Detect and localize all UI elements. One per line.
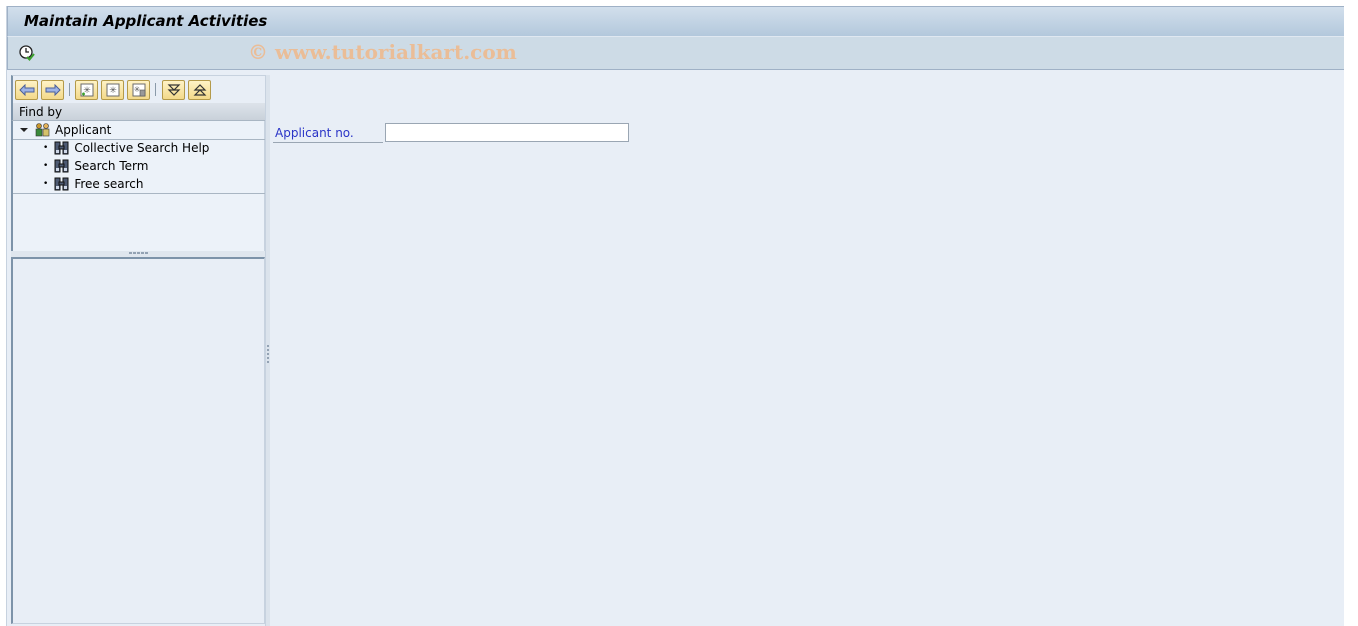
edit-search-button[interactable]: ✳ [101, 80, 124, 100]
tree-node-applicant[interactable]: Applicant [19, 121, 111, 139]
bullet-icon: • [43, 161, 49, 171]
tree-node-free-search[interactable]: • Free search [43, 175, 143, 193]
binoculars-icon [54, 159, 69, 173]
title-bar: Maintain Applicant Activities [7, 6, 1345, 37]
collapse-button[interactable] [188, 80, 211, 100]
row-divider [13, 193, 265, 194]
delete-search-button[interactable]: ✳ [127, 80, 150, 100]
tree-node-label: Free search [74, 177, 144, 191]
execute-button[interactable] [18, 44, 36, 62]
tree-node-label: Collective Search Help [74, 141, 210, 155]
new-search-icon: ✳ [80, 83, 93, 97]
label-underline [273, 142, 383, 143]
delete-search-icon: ✳ [132, 83, 145, 97]
execute-clock-icon [19, 45, 35, 61]
edit-search-icon: ✳ [106, 83, 119, 97]
arrow-right-icon [45, 84, 61, 96]
bullet-icon: • [43, 143, 49, 153]
splitter-grip[interactable] [129, 252, 149, 254]
arrow-left-icon [18, 84, 34, 96]
applicant-no-row: Applicant no. [273, 123, 629, 143]
binoculars-icon [54, 141, 69, 155]
svg-text:✳: ✳ [133, 85, 140, 94]
application-toolbar: © www.tutorialkart.com [7, 37, 1345, 70]
watermark: © www.tutorialkart.com [248, 40, 517, 64]
sap-window: Maintain Applicant Activities © www.tuto… [6, 6, 1345, 626]
back-button[interactable] [15, 80, 38, 100]
applicant-no-input[interactable] [385, 123, 629, 142]
bullet-icon: • [43, 179, 49, 189]
search-tree: Applicant • Collective Search Help • Sea… [11, 121, 265, 251]
page-title: Maintain Applicant Activities [24, 12, 268, 30]
collapse-up-icon [193, 84, 206, 96]
find-by-header: Find by [11, 103, 265, 121]
splitter-grip[interactable] [267, 345, 269, 363]
forward-button[interactable] [41, 80, 64, 100]
toolbar-separator [69, 83, 70, 96]
object-navigator: ✳ ✳ ✳ Find by Applicant • Collective Sea… [10, 75, 267, 625]
applicant-group-icon [35, 123, 50, 137]
tree-node-label: Search Term [74, 159, 149, 173]
new-search-button[interactable]: ✳ [75, 80, 98, 100]
binoculars-icon [54, 177, 69, 191]
triangle-down-icon[interactable] [19, 125, 29, 135]
tree-node-search-term[interactable]: • Search Term [43, 157, 148, 175]
expand-down-icon [167, 84, 180, 96]
toolbar-separator [155, 83, 156, 96]
tree-node-label: Applicant [55, 123, 112, 137]
hit-list-pane [11, 257, 265, 624]
vertical-splitter[interactable] [265, 75, 270, 626]
tree-node-collective-search-help[interactable]: • Collective Search Help [43, 139, 209, 157]
applicant-no-label: Applicant no. [275, 126, 354, 140]
expand-button[interactable] [162, 80, 185, 100]
navigator-toolbar: ✳ ✳ ✳ [11, 75, 265, 103]
svg-text:✳: ✳ [109, 86, 117, 96]
window-margin [1344, 0, 1358, 626]
